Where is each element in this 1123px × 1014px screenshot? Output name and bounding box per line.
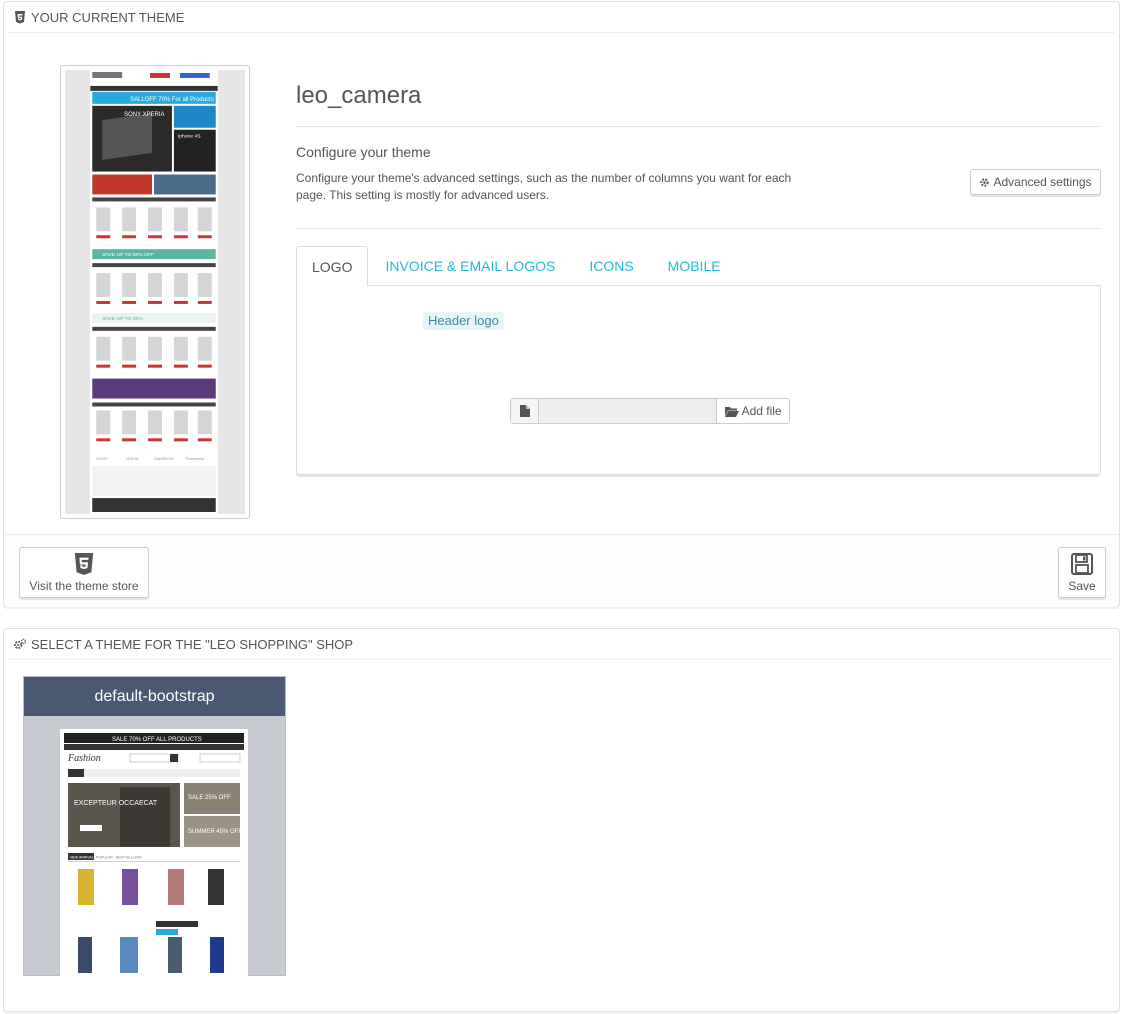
current-theme-panel: YOUR CURRENT THEME SALLOFF 70% For all P… xyxy=(3,1,1120,607)
save-label: Save xyxy=(1068,578,1096,593)
thumb-tab-new: NEW ARRIVALS xyxy=(70,856,97,860)
thumb-save-banner-2: SAVE UP TO 20% xyxy=(102,316,143,322)
html5-icon xyxy=(15,11,25,24)
thumb-fashion-logo: Fashion xyxy=(67,753,101,764)
thumb-brand-4: Panasonic xyxy=(186,456,205,461)
tab-logo[interactable]: LOGO xyxy=(296,246,369,287)
thumb-save-banner-1: SAVE UP TO 50% OFF xyxy=(102,252,154,258)
header-logo-file-upload: Add file xyxy=(510,398,790,424)
thumb-sale-banner: SALLOFF 70% For all Products xyxy=(130,97,214,103)
folder-open-icon xyxy=(724,406,739,417)
current-theme-thumbnail: SALLOFF 70% For all Products SONY XPERIA… xyxy=(60,65,250,519)
advanced-settings-label: Advanced settings xyxy=(993,175,1092,189)
theme-card-thumbnail[interactable]: SALE 70% OFF ALL PRODUCTS Fashion EXCEPT… xyxy=(60,729,248,977)
thumb-hero-text: SONY XPERIA xyxy=(124,112,164,118)
file-name-input[interactable] xyxy=(539,399,717,423)
tab-mobile[interactable]: MOBILE xyxy=(651,246,738,286)
header-logo-label: Header logo xyxy=(423,312,504,330)
theme-name: leo_camera xyxy=(296,82,422,109)
default-bootstrap-preview-image: SALE 70% OFF ALL PRODUCTS Fashion EXCEPT… xyxy=(60,729,248,977)
thumb-sale-bar: SALE 70% OFF ALL PRODUCTS xyxy=(112,737,202,743)
configure-description: Configure your theme's advanced settings… xyxy=(296,171,792,202)
current-theme-footer: Visit the theme store Save xyxy=(4,534,1119,607)
visit-theme-store-label: Visit the theme store xyxy=(29,578,139,593)
tab-invoice-email-logos[interactable]: INVOICE & EMAIL LOGOS xyxy=(368,246,572,286)
thumb-tab-best: BEST SELLERS xyxy=(116,856,142,860)
theme-card-title: default-bootstrap xyxy=(24,677,285,716)
thumb-side-phone: Iphone 4S xyxy=(178,134,201,140)
divider xyxy=(296,126,1101,127)
logo-tab-content: Header logo Add file xyxy=(296,285,1101,475)
logo-tabs: LOGO INVOICE & EMAIL LOGOS ICONS MOBILE xyxy=(296,246,1101,287)
divider xyxy=(296,228,1101,229)
thumb-brand-2: NOKIA xyxy=(126,456,139,461)
file-icon xyxy=(519,405,530,417)
save-button[interactable]: Save xyxy=(1058,547,1106,598)
thumb-tab-popular: POPULAR xyxy=(96,856,113,860)
file-addon xyxy=(511,399,540,423)
visit-theme-store-button[interactable]: Visit the theme store xyxy=(19,547,149,598)
thumb-promo-1: SALE 25% OFF xyxy=(188,795,231,801)
select-theme-heading-text: SELECT A THEME FOR THE "LEO SHOPPING" SH… xyxy=(31,636,354,652)
select-theme-heading: SELECT A THEME FOR THE "LEO SHOPPING" SH… xyxy=(8,629,1115,660)
html5-icon xyxy=(74,552,94,575)
cogs-icon xyxy=(14,638,27,649)
theme-card-default-bootstrap[interactable]: default-bootstrap SALE 70% OFF ALL PRODU… xyxy=(23,676,286,977)
thumb-hero-text: EXCEPTEUR OCCAECAT xyxy=(74,800,158,807)
current-theme-heading-text: YOUR CURRENT THEME xyxy=(31,9,185,25)
add-file-label: Add file xyxy=(741,404,782,418)
thumb-brand-3: SAMSUNG xyxy=(154,456,174,461)
thumb-promo-2: SUMMER 45% OFF xyxy=(188,829,242,835)
add-file-button[interactable]: Add file xyxy=(716,399,789,423)
save-icon xyxy=(1071,552,1093,575)
select-theme-panel: SELECT A THEME FOR THE "LEO SHOPPING" SH… xyxy=(3,628,1120,1012)
tab-icons[interactable]: ICONS xyxy=(572,246,650,286)
advanced-settings-button[interactable]: Advanced settings xyxy=(970,169,1101,195)
current-theme-heading: YOUR CURRENT THEME xyxy=(8,2,1115,33)
thumb-brand-1: SONY xyxy=(96,456,108,461)
configure-title: Configure your theme xyxy=(296,144,431,160)
gear-icon xyxy=(980,177,990,187)
current-theme-preview-image: SALLOFF 70% For all Products SONY XPERIA… xyxy=(90,70,218,514)
